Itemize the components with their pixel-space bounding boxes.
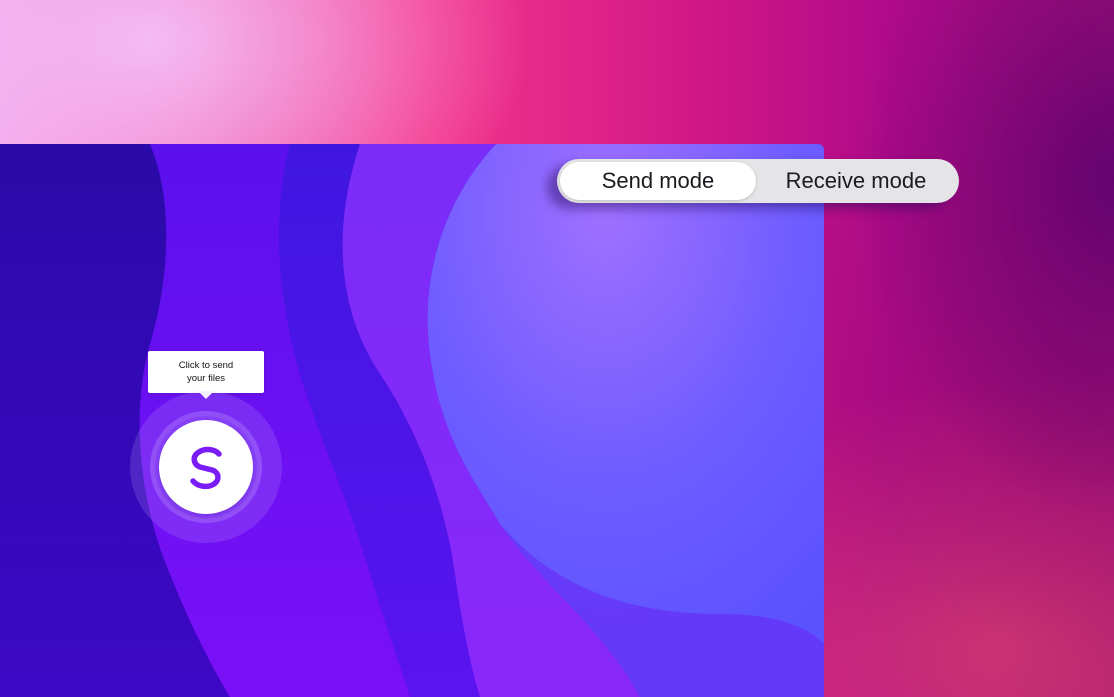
send-tooltip-text: Click to send your files: [178, 360, 234, 384]
app-window: Send mode Receive mode Click to send you…: [0, 0, 1114, 697]
send-mode-button[interactable]: Send mode: [560, 162, 756, 200]
mode-toggle: Send mode Receive mode: [557, 159, 959, 203]
send-files-button[interactable]: [159, 420, 253, 514]
app-logo-s-icon: [190, 446, 222, 490]
wave-background-art: [0, 144, 824, 697]
receive-mode-button[interactable]: Receive mode: [756, 162, 956, 200]
send-tooltip: Click to send your files: [148, 351, 264, 399]
hero-background-panel: [0, 144, 824, 697]
